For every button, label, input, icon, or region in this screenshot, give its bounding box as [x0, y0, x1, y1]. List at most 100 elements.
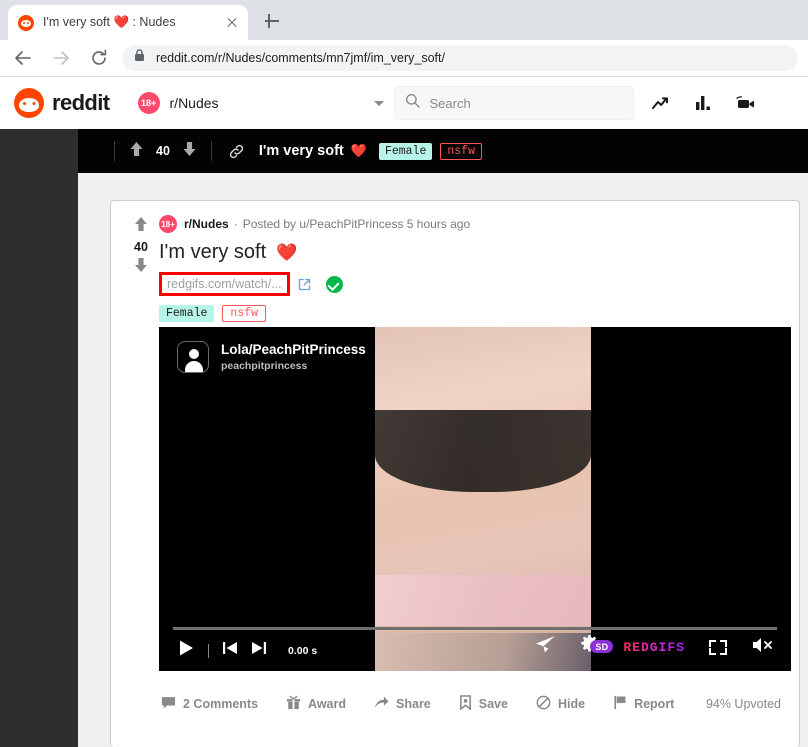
- play-icon[interactable]: [177, 639, 195, 662]
- video-frame: [375, 327, 591, 671]
- downvote-icon[interactable]: [182, 141, 197, 162]
- tab-title: I'm very soft ❤️ : Nudes: [43, 15, 176, 29]
- comment-icon: [161, 695, 176, 713]
- upvoted-percentage: 94% Upvoted: [705, 697, 781, 711]
- subreddit-selector[interactable]: 18+ r/Nudes: [137, 92, 388, 114]
- hide-button[interactable]: Hide: [528, 691, 593, 717]
- post-author-line[interactable]: Posted by u/PeachPitPrincess 5 hours ago: [243, 217, 470, 231]
- browser-toolbar: reddit.com/r/Nudes/comments/mn7jmf/im_ve…: [0, 40, 808, 77]
- sticky-post-bar: 40 I'm very soft ❤️ Female nsfw: [78, 129, 808, 173]
- post-card: 40 18+ r/Nudes · Posted by u/PeachPitPri…: [110, 200, 800, 747]
- post-vote-column: 40: [123, 216, 159, 278]
- trending-icon[interactable]: [651, 95, 671, 111]
- gift-icon: [286, 695, 301, 713]
- post-outbound-link[interactable]: redgifs.com/watch/...: [167, 277, 282, 291]
- lock-icon: [134, 49, 146, 67]
- award-label: Award: [308, 697, 347, 711]
- header-icon-group: [651, 95, 756, 111]
- comments-button[interactable]: 2 Comments: [153, 691, 266, 717]
- redgifs-brand-logo[interactable]: REDGIFS: [623, 640, 685, 655]
- upvote-icon[interactable]: [133, 216, 149, 237]
- quality-setting[interactable]: SD: [580, 635, 614, 659]
- flair-nsfw[interactable]: nsfw: [222, 305, 267, 322]
- reload-icon[interactable]: [84, 43, 114, 73]
- comments-label: 2 Comments: [183, 697, 259, 711]
- flair-nsfw: nsfw: [440, 142, 482, 160]
- share-label: Share: [396, 697, 431, 711]
- report-button[interactable]: Report: [605, 691, 682, 717]
- quality-badge: SD: [590, 640, 614, 653]
- heart-icon: ❤️: [350, 143, 367, 158]
- video-player[interactable]: Lola/PeachPitPrincess peachpitprincess 0…: [159, 327, 791, 671]
- nsfw-18plus-icon: 18+: [159, 215, 177, 233]
- close-icon[interactable]: [224, 15, 240, 31]
- post-title-text: I'm very soft: [159, 241, 267, 263]
- mute-icon[interactable]: [751, 636, 775, 659]
- reddit-header: reddit 18+ r/Nudes Search: [0, 77, 808, 129]
- skip-next-icon[interactable]: [251, 640, 267, 661]
- divider: [114, 141, 115, 161]
- player-controls-left: 0.00 s: [177, 639, 317, 662]
- nsfw-18plus-icon: 18+: [137, 92, 160, 114]
- post-flair-row: Female nsfw: [159, 305, 789, 322]
- video-frame-region: [375, 574, 591, 627]
- share-icon[interactable]: [535, 635, 556, 659]
- share-button[interactable]: Share: [366, 691, 439, 717]
- back-icon[interactable]: [8, 43, 38, 73]
- reddit-logo-text: reddit: [52, 90, 110, 115]
- tab-strip: I'm very soft ❤️ : Nudes: [0, 0, 808, 40]
- save-label: Save: [478, 697, 508, 711]
- divider: [210, 141, 212, 161]
- player-controls-right: SD REDGIFS: [535, 635, 775, 659]
- player-author-handle: peachpitprincess: [221, 360, 308, 372]
- forward-icon[interactable]: [46, 43, 76, 73]
- reddit-logo[interactable]: reddit: [14, 88, 110, 118]
- skip-previous-icon[interactable]: [222, 640, 238, 661]
- downvote-icon[interactable]: [133, 257, 149, 278]
- video-frame-region: [375, 409, 591, 493]
- hide-label: Hide: [557, 697, 586, 711]
- divider: [208, 643, 209, 658]
- sticky-vote-group: 40: [129, 141, 197, 162]
- post-link-row: redgifs.com/watch/...: [159, 272, 789, 296]
- live-video-icon[interactable]: [735, 95, 756, 111]
- post-body: 18+ r/Nudes · Posted by u/PeachPitPrince…: [159, 215, 789, 322]
- post-meta: 18+ r/Nudes · Posted by u/PeachPitPrince…: [159, 215, 789, 233]
- heart-icon: ❤️: [276, 242, 298, 262]
- hide-icon: [536, 695, 551, 713]
- search-placeholder: Search: [429, 95, 471, 111]
- search-icon: [405, 93, 420, 113]
- flair-female[interactable]: Female: [159, 305, 215, 322]
- share-arrow-icon: [374, 695, 389, 713]
- post-score: 40: [134, 240, 148, 254]
- external-link-icon[interactable]: [298, 278, 311, 291]
- meta-separator: ·: [233, 217, 238, 231]
- save-button[interactable]: Save: [451, 691, 516, 717]
- reddit-favicon-icon: [18, 14, 34, 31]
- search-input[interactable]: Search: [393, 86, 634, 120]
- browser-tab[interactable]: I'm very soft ❤️ : Nudes: [8, 5, 248, 40]
- browser-window: I'm very soft ❤️ : Nudes reddit.com/r/Nu…: [0, 0, 808, 747]
- player-author-name: Lola/PeachPitPrincess: [221, 342, 366, 357]
- sticky-title: I'm very soft: [258, 143, 344, 159]
- post-subreddit-link[interactable]: r/Nudes: [184, 217, 229, 231]
- address-bar[interactable]: reddit.com/r/Nudes/comments/mn7jmf/im_ve…: [122, 45, 798, 71]
- verified-check-icon: [325, 275, 343, 293]
- report-label: Report: [634, 697, 675, 711]
- flair-female: Female: [378, 142, 433, 160]
- subreddit-name: r/Nudes: [169, 95, 219, 111]
- permalink-icon[interactable]: [228, 143, 245, 160]
- progress-bar[interactable]: [173, 627, 777, 630]
- award-button[interactable]: Award: [278, 691, 354, 717]
- sticky-score: 40: [156, 144, 170, 158]
- address-bar-url: reddit.com/r/Nudes/comments/mn7jmf/im_ve…: [156, 51, 445, 65]
- player-author[interactable]: Lola/PeachPitPrincess peachpitprincess: [177, 341, 366, 373]
- bar-chart-icon[interactable]: [695, 95, 712, 111]
- new-tab-icon[interactable]: [262, 11, 282, 31]
- annotation-box: redgifs.com/watch/...: [159, 272, 290, 296]
- bookmark-icon: [459, 695, 472, 713]
- avatar: [177, 341, 209, 373]
- upvote-icon[interactable]: [129, 141, 144, 162]
- reddit-logo-icon: [14, 88, 44, 118]
- fullscreen-icon[interactable]: [709, 639, 727, 655]
